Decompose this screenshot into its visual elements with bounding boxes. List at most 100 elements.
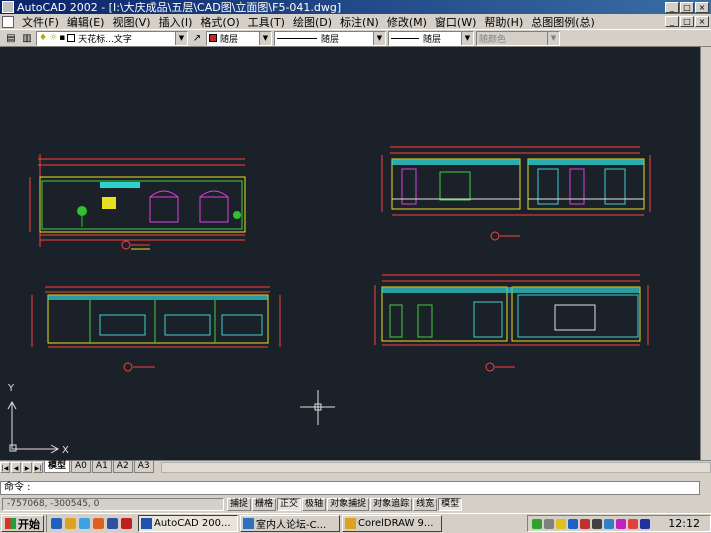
chevron-down-icon: ▼ <box>547 31 559 45</box>
menu-help[interactable]: 帮助(H) <box>480 14 527 30</box>
tray-icon[interactable] <box>604 518 615 529</box>
menu-modify[interactable]: 修改(M) <box>383 14 431 30</box>
osnap-toggle[interactable]: 对象捕捉 <box>327 498 370 511</box>
command-line[interactable]: 命令 : <box>0 481 700 495</box>
menu-tools[interactable]: 工具(T) <box>244 14 289 30</box>
messenger-icon[interactable] <box>107 518 118 529</box>
lightbulb-icon: ♦ <box>39 33 48 43</box>
layer-value: 天花标...文字 <box>78 34 132 45</box>
menu-edit[interactable]: 编辑(E) <box>63 14 109 30</box>
close-button[interactable]: × <box>695 1 709 13</box>
grid-toggle[interactable]: 栅格 <box>252 498 277 511</box>
browser-icon <box>243 518 254 529</box>
ucs-icon <box>7 400 60 454</box>
ie-icon[interactable] <box>51 518 62 529</box>
lineweight-dropdown[interactable]: 随层 ▼ <box>388 30 474 46</box>
model-toggle[interactable]: 模型 <box>438 498 463 511</box>
status-bar: -757068, -300545, 0 捕捉 栅格 正交 极轴 对象捕捉 对象追… <box>0 497 711 512</box>
elevation-drawing-4 <box>374 274 649 372</box>
elevation-drawing-2 <box>381 146 651 241</box>
last-tab-button[interactable]: ▶| <box>33 461 43 473</box>
drawing-area[interactable]: Y X <box>0 47 700 460</box>
snap-toggle[interactable]: 捕捉 <box>227 498 252 511</box>
lineweight-value: 随层 <box>423 34 442 45</box>
menu-file[interactable]: 文件(F) <box>18 14 63 30</box>
coordinate-readout: -757068, -300545, 0 <box>2 498 224 511</box>
menu-bar: 文件(F) 编辑(E) 视图(V) 插入(I) 格式(O) 工具(T) 绘图(D… <box>0 14 711 29</box>
task-browser[interactable]: 室内人论坛-C... <box>240 515 340 532</box>
quick-launch <box>46 515 136 532</box>
menu-draw[interactable]: 绘图(D) <box>289 14 336 30</box>
vertical-scrollbar[interactable] <box>700 47 711 460</box>
tray-icon[interactable] <box>580 518 591 529</box>
menu-legend[interactable]: 总图图例(总) <box>527 14 599 30</box>
ucs-x-label: X <box>62 445 69 456</box>
title-bar: AutoCAD 2002 - [I:\大庆成品\五层\CAD图\立面图\F5-0… <box>0 0 711 14</box>
minimize-button[interactable]: _ <box>665 1 679 13</box>
chevron-down-icon[interactable]: ▼ <box>373 31 385 45</box>
tray-icon[interactable] <box>616 518 627 529</box>
polar-toggle[interactable]: 极轴 <box>302 498 327 511</box>
menu-window[interactable]: 窗口(W) <box>431 14 480 30</box>
task-autocad[interactable]: AutoCAD 200... <box>138 515 238 532</box>
chevron-down-icon[interactable]: ▼ <box>259 31 271 45</box>
tab-a1[interactable]: A1 <box>91 461 112 473</box>
tray-icon[interactable] <box>592 518 603 529</box>
doc-restore-button[interactable]: □ <box>680 16 694 27</box>
tray-icon[interactable] <box>544 518 555 529</box>
lineweight-toggle[interactable]: 线宽 <box>413 498 438 511</box>
tray-icon[interactable] <box>532 518 543 529</box>
start-button[interactable]: 开始 <box>1 515 44 532</box>
clock: 12:12 <box>668 517 700 530</box>
task-coreldraw[interactable]: CorelDRAW 9... <box>342 515 442 532</box>
start-label: 开始 <box>18 517 40 531</box>
make-object-layer-current-icon[interactable]: ↗ <box>190 31 204 45</box>
media-icon[interactable] <box>93 518 104 529</box>
layer-color-swatch <box>67 34 76 42</box>
coreldraw-icon <box>345 518 356 529</box>
linetype-value: 随层 <box>321 34 340 45</box>
plotstyle-dropdown: 随颜色 ▼ <box>476 30 560 46</box>
doc-minimize-button[interactable]: _ <box>665 16 679 27</box>
doc-close-button[interactable]: × <box>695 16 709 27</box>
tray-icon[interactable] <box>568 518 579 529</box>
app-icon[interactable] <box>121 518 132 529</box>
chevron-down-icon[interactable]: ▼ <box>461 31 473 45</box>
tab-a3[interactable]: A3 <box>133 461 154 473</box>
desktop-icon[interactable] <box>79 518 90 529</box>
color-dropdown[interactable]: 随层 ▼ <box>206 30 272 46</box>
layer-dropdown[interactable]: ♦ ☼ ▪ 天花标...文字 ▼ <box>36 30 188 46</box>
prev-tab-button[interactable]: ◀ <box>11 461 21 473</box>
task-label: 室内人论坛-C... <box>256 520 327 531</box>
folder-icon[interactable] <box>65 518 76 529</box>
first-tab-button[interactable]: |◀ <box>0 461 10 473</box>
linetype-dropdown[interactable]: 随层 ▼ <box>274 30 386 46</box>
autocad-app-icon[interactable] <box>2 1 14 13</box>
tray-icon[interactable] <box>628 518 639 529</box>
menu-insert[interactable]: 插入(I) <box>155 14 197 30</box>
next-tab-button[interactable]: ▶ <box>22 461 32 473</box>
tab-model[interactable]: 模型 <box>44 461 71 473</box>
lock-icon: ▪ <box>59 33 66 43</box>
plotstyle-value: 随颜色 <box>479 34 507 45</box>
layer-previous-icon[interactable]: ▥ <box>20 31 34 45</box>
sun-icon: ☼ <box>49 33 58 43</box>
ime-icon[interactable] <box>640 518 651 529</box>
menu-view[interactable]: 视图(V) <box>108 14 154 30</box>
tab-a2[interactable]: A2 <box>112 461 133 473</box>
otrack-toggle[interactable]: 对象追踪 <box>370 498 413 511</box>
chevron-down-icon[interactable]: ▼ <box>175 31 187 45</box>
menu-dimension[interactable]: 标注(N) <box>336 14 383 30</box>
menu-format[interactable]: 格式(O) <box>196 14 243 30</box>
layer-manager-icon[interactable]: ▤ <box>4 31 18 45</box>
ortho-toggle[interactable]: 正交 <box>277 498 302 511</box>
system-tray: 12:12 <box>527 515 711 532</box>
autocad-icon <box>141 518 152 529</box>
tab-a0[interactable]: A0 <box>71 461 91 473</box>
tray-icon[interactable] <box>556 518 567 529</box>
document-icon[interactable] <box>2 15 14 28</box>
maximize-button[interactable]: □ <box>680 1 694 13</box>
horizontal-scrollbar[interactable] <box>160 461 711 473</box>
command-prompt: 命令 : <box>4 482 31 493</box>
windows-logo-icon <box>5 518 16 529</box>
